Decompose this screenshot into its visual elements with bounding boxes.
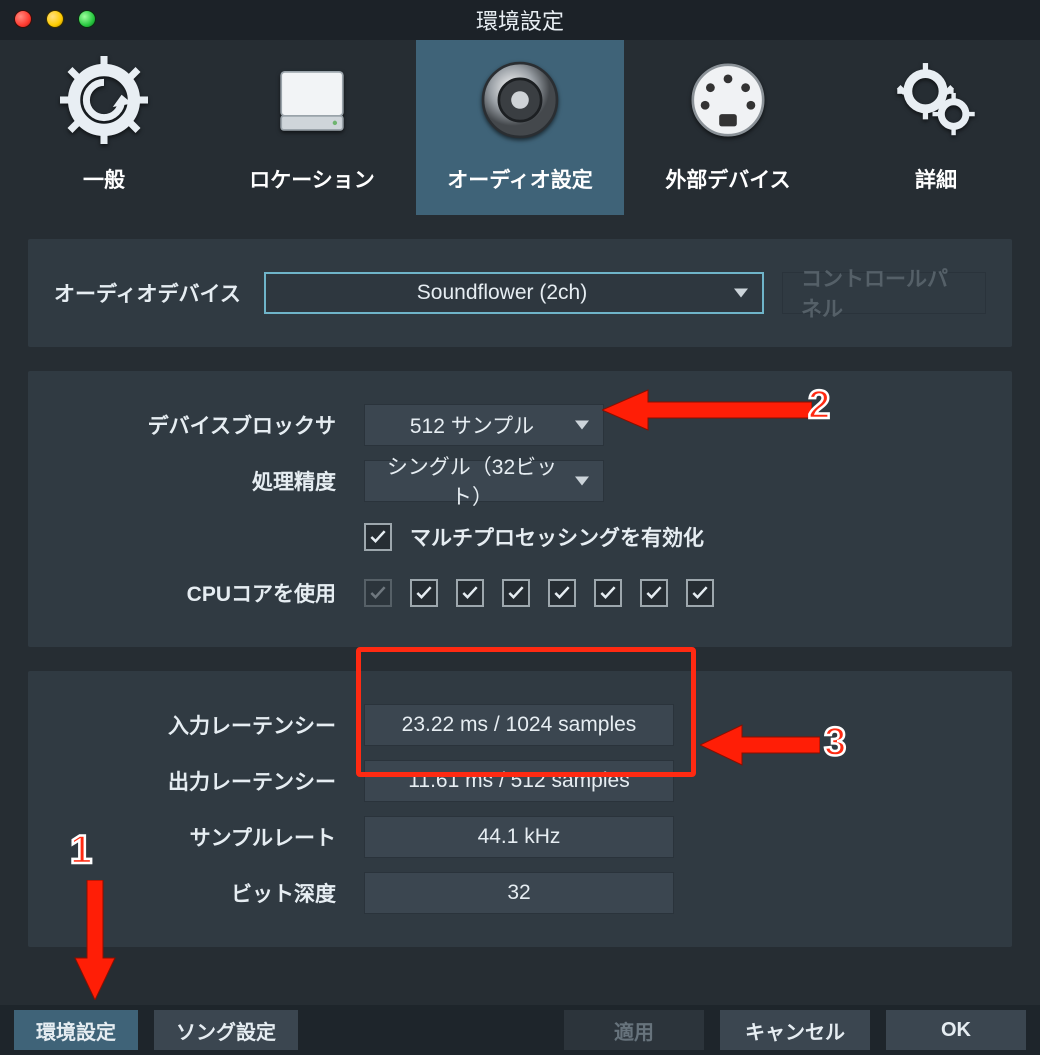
minimize-icon[interactable]: [46, 10, 64, 28]
multiprocessing-label: マルチプロセッシングを有効化: [410, 522, 704, 552]
cpu-core-checkbox[interactable]: [686, 579, 714, 607]
gears-icon: [892, 56, 980, 144]
apply-button: 適用: [564, 1010, 704, 1050]
audio-device-select[interactable]: Soundflower (2ch): [264, 272, 764, 314]
precision-select[interactable]: シングル（32ビット）: [364, 460, 604, 502]
block-size-value: 512 サンプル: [410, 410, 534, 440]
titlebar: 環境設定: [0, 0, 1040, 40]
precision-label: 処理精度: [54, 466, 364, 496]
preferences-tab-button[interactable]: 環境設定: [14, 1010, 138, 1050]
content-area: オーディオデバイス Soundflower (2ch) コントロールパネル デバ…: [8, 215, 1032, 995]
cpu-core-checkbox[interactable]: [548, 579, 576, 607]
panel-processing: デバイスブロックサ 512 サンプル 処理精度 シングル（32ビット）: [28, 371, 1012, 647]
zoom-icon[interactable]: [78, 10, 96, 28]
preferences-tabs: 一般 ロケーション: [0, 40, 1040, 215]
midi-connector-icon: [684, 56, 772, 144]
cpu-core-checkbox: [364, 579, 392, 607]
cpu-core-checkbox[interactable]: [594, 579, 622, 607]
bit-depth-label: ビット深度: [54, 878, 364, 908]
cpu-core-checkbox[interactable]: [640, 579, 668, 607]
chevron-down-icon: [734, 289, 748, 298]
tab-general[interactable]: 一般: [0, 40, 208, 215]
output-latency-label: 出力レーテンシー: [54, 766, 364, 796]
tab-label: 一般: [83, 164, 125, 194]
audio-device-value: Soundflower (2ch): [417, 281, 587, 305]
cpu-core-checkbox[interactable]: [456, 579, 484, 607]
window-title: 環境設定: [476, 4, 564, 36]
ok-button[interactable]: OK: [886, 1010, 1026, 1050]
song-settings-tab-button[interactable]: ソング設定: [154, 1010, 298, 1050]
tab-label: ロケーション: [249, 164, 375, 194]
bottom-bar: 環境設定 ソング設定 適用 キャンセル OK: [0, 1005, 1040, 1055]
tab-external-devices[interactable]: 外部デバイス: [624, 40, 832, 215]
sample-rate-value: 44.1 kHz: [364, 816, 674, 858]
precision-value: シングル（32ビット）: [383, 451, 561, 511]
cancel-button[interactable]: キャンセル: [720, 1010, 870, 1050]
block-size-select[interactable]: 512 サンプル: [364, 404, 604, 446]
chevron-down-icon: [575, 477, 589, 486]
control-panel-button: コントロールパネル: [782, 272, 986, 314]
cpu-core-checkbox[interactable]: [410, 579, 438, 607]
tab-audio-settings[interactable]: オーディオ設定: [416, 40, 624, 215]
multiprocessing-checkbox[interactable]: [364, 523, 392, 551]
tab-label: 詳細: [915, 164, 957, 194]
window-controls: [14, 10, 96, 28]
speaker-icon: [476, 56, 564, 144]
tab-advanced[interactable]: 詳細: [832, 40, 1040, 215]
tab-label: 外部デバイス: [665, 164, 790, 194]
annotation-highlight-box: [356, 647, 696, 777]
drive-icon: [268, 56, 356, 144]
close-icon[interactable]: [14, 10, 32, 28]
cpu-cores-group: [364, 579, 986, 607]
panel-audio-device: オーディオデバイス Soundflower (2ch) コントロールパネル: [28, 239, 1012, 347]
input-latency-label: 入力レーテンシー: [54, 710, 364, 740]
sample-rate-label: サンプルレート: [54, 822, 364, 852]
tab-label: オーディオ設定: [447, 164, 593, 194]
block-size-label: デバイスブロックサ: [54, 410, 364, 440]
cpu-cores-label: CPUコアを使用: [54, 578, 364, 608]
audio-device-label: オーディオデバイス: [54, 278, 264, 308]
gear-refresh-icon: [60, 56, 148, 144]
tab-location[interactable]: ロケーション: [208, 40, 416, 215]
cpu-core-checkbox[interactable]: [502, 579, 530, 607]
bit-depth-value: 32: [364, 872, 674, 914]
chevron-down-icon: [575, 421, 589, 430]
